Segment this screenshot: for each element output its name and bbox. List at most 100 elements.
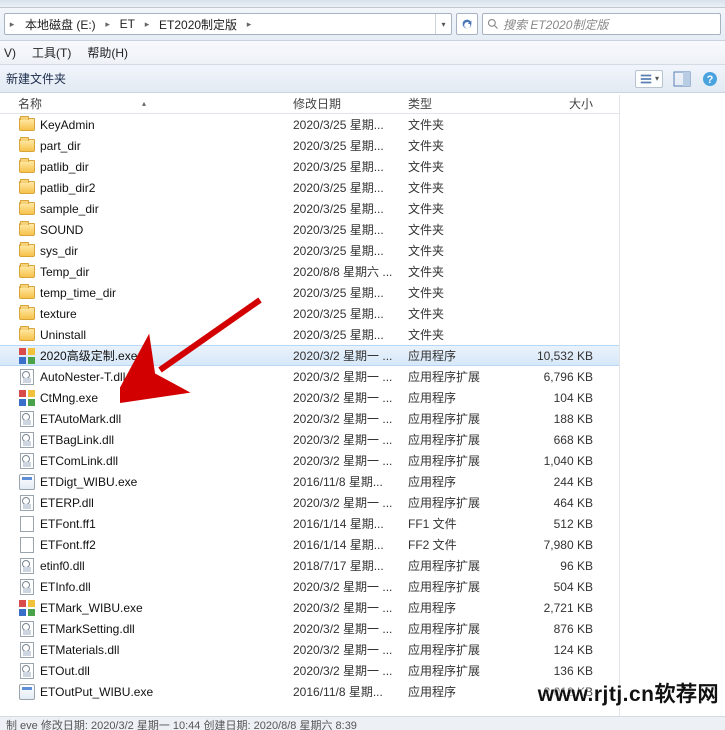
file-row[interactable]: ETMarkSetting.dll2020/3/2 星期一 ...应用程序扩展8… xyxy=(0,618,725,639)
chevron-right-icon[interactable]: ▸ xyxy=(102,19,114,30)
file-row[interactable]: part_dir2020/3/25 星期...文件夹 xyxy=(0,135,725,156)
menu-help[interactable]: 帮助(H) xyxy=(87,44,128,61)
folder-icon xyxy=(19,139,35,152)
dll-icon xyxy=(20,642,34,658)
file-date: 2020/3/25 星期... xyxy=(293,158,408,175)
file-name: 2020高级定制.exe xyxy=(40,347,293,364)
chevron-right-icon[interactable]: ▸ xyxy=(141,19,153,30)
file-name: ETMarkSetting.dll xyxy=(40,622,293,636)
file-row[interactable]: ETInfo.dll2020/3/2 星期一 ...应用程序扩展504 KB xyxy=(0,576,725,597)
file-type: 应用程序扩展 xyxy=(408,431,521,448)
file-type: 应用程序扩展 xyxy=(408,557,521,574)
file-date: 2020/3/2 星期一 ... xyxy=(293,368,408,385)
file-type: 应用程序 xyxy=(408,389,521,406)
file-row[interactable]: SOUND2020/3/25 星期...文件夹 xyxy=(0,219,725,240)
file-row[interactable]: 2020高级定制.exe2020/3/2 星期一 ...应用程序10,532 K… xyxy=(0,345,725,366)
file-row[interactable]: patlib_dir2020/3/25 星期...文件夹 xyxy=(0,156,725,177)
file-size: 504 KB xyxy=(521,580,611,594)
menu-tools[interactable]: 工具(T) xyxy=(32,44,71,61)
file-size: 6,796 KB xyxy=(521,370,611,384)
preview-pane xyxy=(619,95,725,716)
file-row[interactable]: ETFont.ff12016/1/14 星期...FF1 文件512 KB xyxy=(0,513,725,534)
file-name: SOUND xyxy=(40,223,293,237)
file-row[interactable]: ETFont.ff22016/1/14 星期...FF2 文件7,980 KB xyxy=(0,534,725,555)
file-type: FF2 文件 xyxy=(408,536,521,553)
file-date: 2020/3/25 星期... xyxy=(293,179,408,196)
column-date-header[interactable]: 修改日期 xyxy=(293,95,408,112)
file-name: part_dir xyxy=(40,139,293,153)
file-date: 2020/3/2 星期一 ... xyxy=(293,431,408,448)
file-row[interactable]: KeyAdmin2020/3/25 星期...文件夹 xyxy=(0,114,725,135)
file-row[interactable]: texture2020/3/25 星期...文件夹 xyxy=(0,303,725,324)
file-row[interactable]: ETComLink.dll2020/3/2 星期一 ...应用程序扩展1,040… xyxy=(0,450,725,471)
file-name: ETERP.dll xyxy=(40,496,293,510)
file-row[interactable]: etinf0.dll2018/7/17 星期...应用程序扩展96 KB xyxy=(0,555,725,576)
file-date: 2020/3/2 星期一 ... xyxy=(293,389,408,406)
svg-text:?: ? xyxy=(707,74,714,86)
column-type-header[interactable]: 类型 xyxy=(408,95,521,112)
folder-icon xyxy=(19,244,35,257)
breadcrumb[interactable]: ▸ 本地磁盘 (E:) ▸ ET ▸ ET2020制定版 ▸ ▾ xyxy=(4,13,452,35)
file-type: 应用程序 xyxy=(408,347,521,364)
file-size: 124 KB xyxy=(521,643,611,657)
search-input[interactable]: 搜索 ET2020制定版 xyxy=(482,13,721,35)
column-size-header[interactable]: 大小 xyxy=(521,95,611,112)
file-type: 文件夹 xyxy=(408,116,521,133)
help-button[interactable]: ? xyxy=(701,70,719,88)
file-list[interactable]: KeyAdmin2020/3/25 星期...文件夹part_dir2020/3… xyxy=(0,114,725,711)
file-size: 244 KB xyxy=(521,475,611,489)
folder-icon xyxy=(19,265,35,278)
breadcrumb-back-icon[interactable]: ▸ xyxy=(5,14,19,34)
file-name: Temp_dir xyxy=(40,265,293,279)
file-size: 876 KB xyxy=(521,622,611,636)
file-name: patlib_dir xyxy=(40,160,293,174)
file-date: 2020/3/25 星期... xyxy=(293,326,408,343)
file-row[interactable]: temp_time_dir2020/3/25 星期...文件夹 xyxy=(0,282,725,303)
file-name: ETMark_WIBU.exe xyxy=(40,601,293,615)
file-row[interactable]: sys_dir2020/3/25 星期...文件夹 xyxy=(0,240,725,261)
file-name: ETDigt_WIBU.exe xyxy=(40,475,293,489)
file-date: 2020/3/25 星期... xyxy=(293,305,408,322)
file-date: 2020/3/2 星期一 ... xyxy=(293,662,408,679)
file-row[interactable]: ETMark_WIBU.exe2020/3/2 星期一 ...应用程序2,721… xyxy=(0,597,725,618)
file-date: 2020/3/25 星期... xyxy=(293,242,408,259)
file-row[interactable]: CtMng.exe2020/3/2 星期一 ...应用程序104 KB xyxy=(0,387,725,408)
file-row[interactable]: ETAutoMark.dll2020/3/2 星期一 ...应用程序扩展188 … xyxy=(0,408,725,429)
file-date: 2020/3/25 星期... xyxy=(293,200,408,217)
breadcrumb-segment-et[interactable]: ET ▸ xyxy=(114,14,153,34)
file-date: 2020/3/25 星期... xyxy=(293,116,408,133)
column-headers: 名称 ▴ 修改日期 类型 大小 xyxy=(0,93,725,114)
view-mode-button[interactable]: ▾ xyxy=(635,70,663,88)
file-date: 2016/1/14 星期... xyxy=(293,536,408,553)
file-row[interactable]: patlib_dir22020/3/25 星期...文件夹 xyxy=(0,177,725,198)
chevron-right-icon[interactable]: ▸ xyxy=(243,19,255,30)
file-row[interactable]: Uninstall2020/3/25 星期...文件夹 xyxy=(0,324,725,345)
file-date: 2020/3/2 星期一 ... xyxy=(293,347,408,364)
file-date: 2016/11/8 星期... xyxy=(293,473,408,490)
menu-view[interactable]: V) xyxy=(4,46,16,60)
file-row[interactable]: ETERP.dll2020/3/2 星期一 ...应用程序扩展464 KB xyxy=(0,492,725,513)
list-view-icon xyxy=(639,72,653,86)
file-date: 2016/11/8 星期... xyxy=(293,683,408,700)
new-folder-button[interactable]: 新建文件夹 xyxy=(6,70,66,87)
file-row[interactable]: Temp_dir2020/8/8 星期六 ...文件夹 xyxy=(0,261,725,282)
file-row[interactable]: ETMaterials.dll2020/3/2 星期一 ...应用程序扩展124… xyxy=(0,639,725,660)
file-type: FF1 文件 xyxy=(408,515,521,532)
file-date: 2020/3/2 星期一 ... xyxy=(293,494,408,511)
column-name-header[interactable]: 名称 xyxy=(18,95,42,112)
breadcrumb-segment-drive[interactable]: 本地磁盘 (E:) ▸ xyxy=(19,14,114,34)
file-date: 2020/3/25 星期... xyxy=(293,221,408,238)
dll-icon xyxy=(20,495,34,511)
dll-icon xyxy=(20,411,34,427)
refresh-button[interactable] xyxy=(456,13,478,35)
exe-icon xyxy=(19,348,35,364)
search-icon xyxy=(483,18,503,30)
file-row[interactable]: AutoNester-T.dll2020/3/2 星期一 ...应用程序扩展6,… xyxy=(0,366,725,387)
preview-pane-button[interactable] xyxy=(673,70,691,88)
file-row[interactable]: sample_dir2020/3/25 星期...文件夹 xyxy=(0,198,725,219)
file-row[interactable]: ETDigt_WIBU.exe2016/11/8 星期...应用程序244 KB xyxy=(0,471,725,492)
file-row[interactable]: ETBagLink.dll2020/3/2 星期一 ...应用程序扩展668 K… xyxy=(0,429,725,450)
breadcrumb-dropdown-icon[interactable]: ▾ xyxy=(435,14,451,34)
file-type: 应用程序扩展 xyxy=(408,662,521,679)
breadcrumb-segment-current[interactable]: ET2020制定版 ▸ xyxy=(153,14,255,34)
